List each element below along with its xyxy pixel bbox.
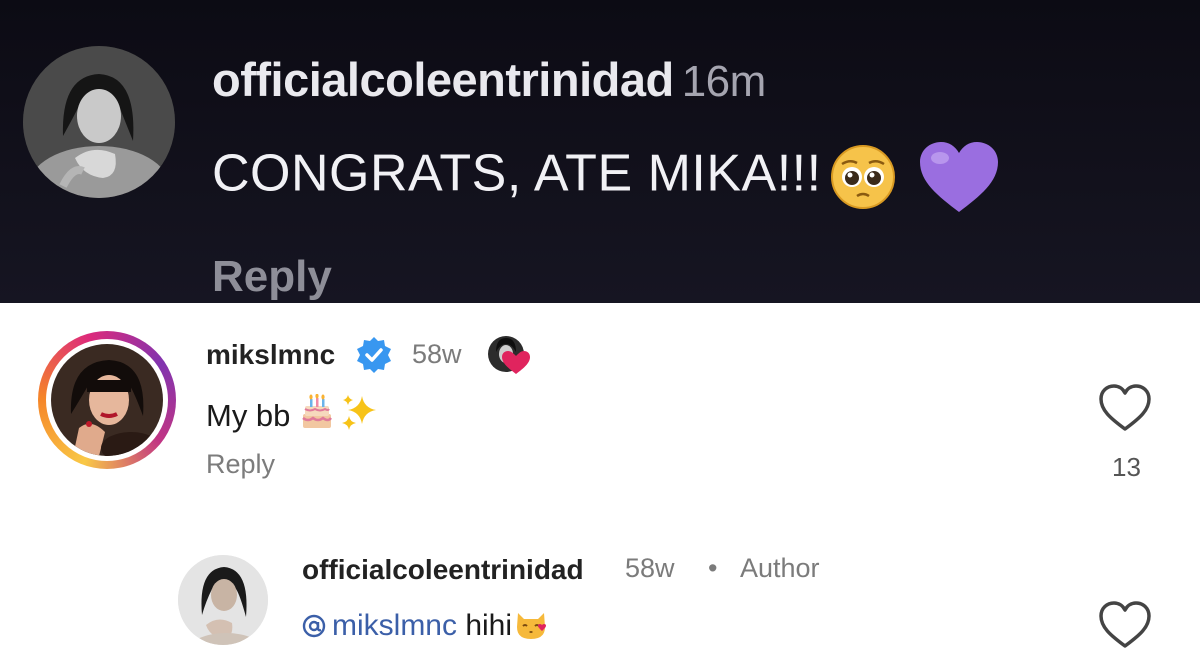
comment-text: My bb [206, 392, 380, 434]
mention-at-icon [302, 612, 326, 638]
pleading-face-icon [830, 144, 896, 210]
mention-username[interactable]: mikslmnc [332, 609, 457, 642]
top-comment-username-text[interactable]: officialcoleentrinidad [212, 53, 674, 106]
top-comment-username[interactable]: officialcoleentrinidad 16m [212, 52, 766, 107]
like-heart-icon[interactable] [1098, 383, 1152, 433]
comment-time: 58w [412, 339, 462, 369]
like-count: 13 [1112, 452, 1141, 482]
purple-heart-icon [918, 140, 1000, 214]
verified-badge-icon [354, 335, 394, 375]
comment-avatar[interactable] [46, 339, 168, 461]
top-comment-reply-button[interactable]: Reply [212, 252, 332, 302]
comment-text-content: My bb [206, 398, 291, 433]
reply-text: mikslmnc hihi [302, 607, 548, 643]
birthday-cake-icon [300, 393, 334, 430]
top-comment-text-content: CONGRATS, ATE MIKA!!! [212, 144, 822, 203]
comment-reply-button[interactable]: Reply [206, 449, 275, 480]
sparkles-icon [340, 392, 380, 432]
reply-username[interactable]: officialcoleentrinidad [302, 554, 584, 586]
reply-text-content: hihi [457, 609, 513, 642]
kissing-cat-icon [514, 607, 548, 641]
top-comment-time: 16m [681, 57, 767, 106]
reply-time: 58w [625, 553, 675, 583]
author-badge: Author [740, 553, 820, 583]
reply-avatar[interactable] [178, 555, 268, 645]
reply-like-heart-icon[interactable] [1098, 600, 1152, 650]
top-comment-panel: officialcoleentrinidad 16m CONGRATS, ATE … [0, 0, 1200, 303]
comment-username[interactable]: mikslmnc [206, 339, 335, 371]
liked-by-creator-icon [486, 332, 532, 378]
mention-link[interactable]: mikslmnc [302, 609, 457, 642]
top-comment-avatar[interactable] [23, 46, 175, 198]
reply-separator: • [708, 553, 718, 583]
top-comment-text: CONGRATS, ATE MIKA!!! [212, 140, 1000, 214]
